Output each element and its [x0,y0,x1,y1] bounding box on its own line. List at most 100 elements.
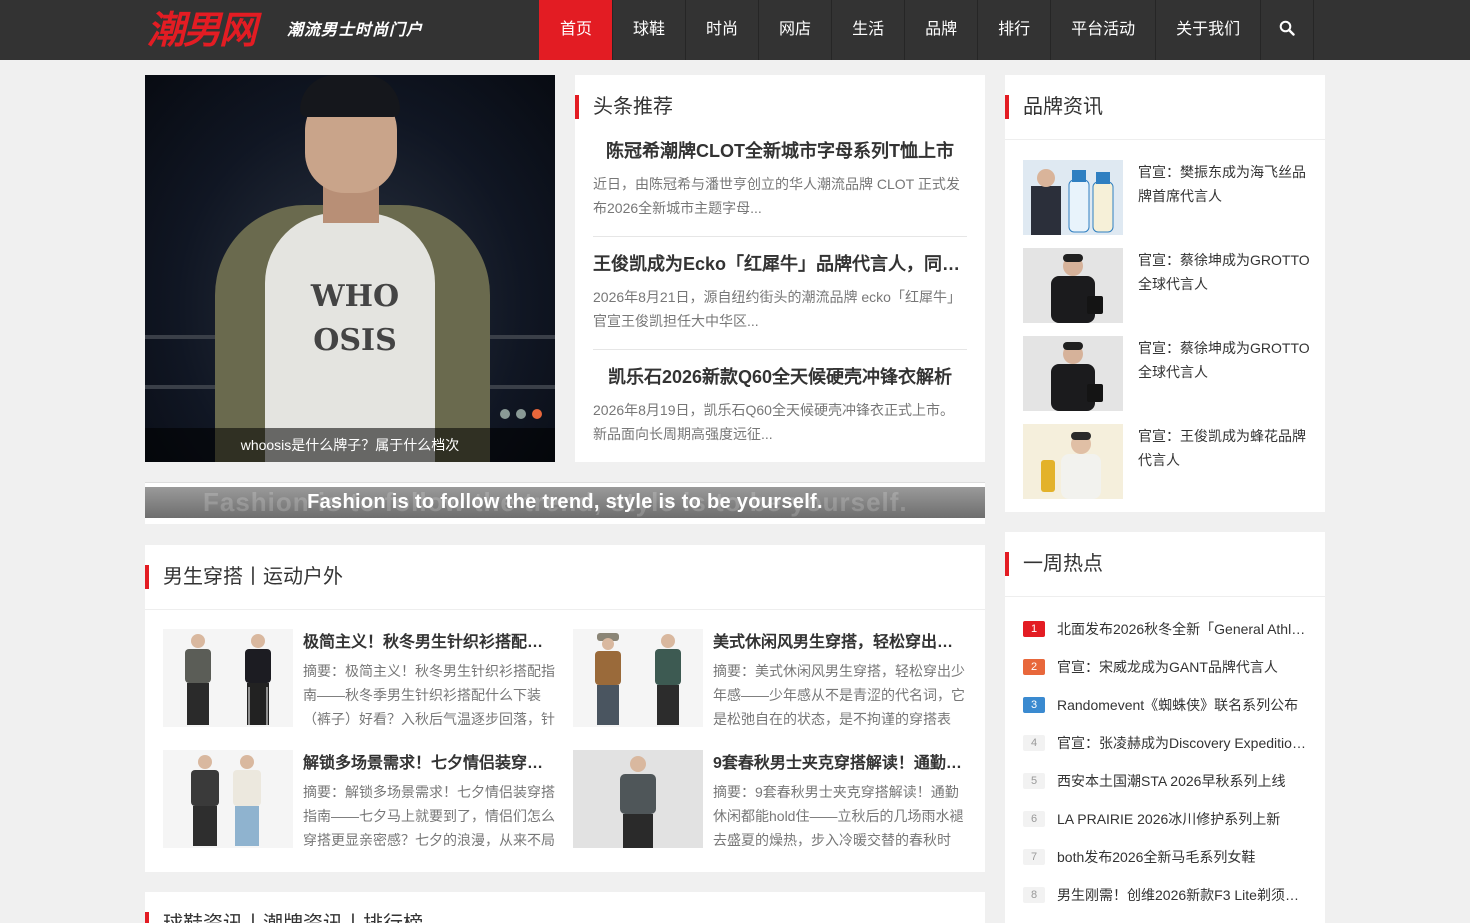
brand-news-item[interactable]: 官宣：王俊凯成为蜂花品牌代言人 [1023,424,1313,499]
headline-title[interactable]: 凯乐石2026新款Q60全天候硬壳冲锋衣解析 [593,364,967,390]
headline-panel-title: 头条推荐 [575,95,673,119]
slider-dot[interactable] [516,409,526,419]
headline-summary: 2026年8月21日，源自纽约街头的潮流品牌 ecko「红犀牛」官宣王俊凯担任大… [593,289,961,329]
article-card[interactable]: 极简主义！秋冬男生针织衫搭配指南 摘要：极简主义！秋冬男生针织衫搭配指南——秋冬… [163,629,555,727]
brand-news-thumbnail[interactable] [1023,336,1123,411]
hot-item-link[interactable]: both发布2026全新马毛系列女鞋 [1057,845,1307,869]
nav-item-events[interactable]: 平台活动 [1050,0,1155,60]
weekly-hot-title: 一周热点 [1005,552,1103,576]
article-summary: 摘要：解锁多场景需求！七夕情侣装穿搭指南——七夕马上就要到了，情侣们怎么穿搭更显… [303,784,555,848]
banner-strip: Fashion is to follow the trend, style is… [145,487,985,518]
article-summary: 摘要：9套春秋男士夹克穿搭解读！通勤休闲都能hold住——立秋后的几场雨水褪去盛… [713,784,964,848]
headline-panel: 头条推荐 陈冠希潮牌CLOT全新城市字母系列T恤上市 近日，由陈冠希与潘世亨创立… [575,75,985,462]
headline-item[interactable]: 王俊凯成为Ecko「红犀牛」品牌代言人，同步发布新品 2026年8月21日，源自… [593,251,967,333]
brand-news-image [1023,160,1123,235]
article-card[interactable]: 9套春秋男士夹克穿搭解读！通勤休闲都能hold住 摘要：9套春秋男士夹克穿搭解读… [573,750,965,848]
site-header: 潮男网 潮流男士时尚门户 首页 球鞋 时尚 网店 生活 品牌 排行 平台活动 关… [0,0,1470,60]
article-card[interactable]: 美式休闲风男生穿搭，轻松穿出少年感 摘要：美式休闲风男生穿搭，轻松穿出少年感——… [573,629,965,727]
article-image [573,750,703,848]
nav-item-life[interactable]: 生活 [831,0,904,60]
article-title[interactable]: 极简主义！秋冬男生针织衫搭配指南 [303,631,555,655]
hot-item[interactable]: 8 男生刚需！创维2026新款F3 Lite剃须刀上市 [1023,883,1313,907]
sneaker-news-panel: 球鞋资讯丨潮牌资讯丨排行榜 [145,892,985,923]
hot-rank-badge: 1 [1023,621,1045,637]
image-slider[interactable]: WHO OSIS whoosis是什么牌子？属于什么档次 [145,75,555,462]
brand-news-thumbnail[interactable] [1023,248,1123,323]
headline-item[interactable]: 陈冠希潮牌CLOT全新城市字母系列T恤上市 近日，由陈冠希与潘世亨创立的华人潮流… [593,138,967,220]
brand-news-item[interactable]: 官宣：蔡徐坤成为GROTTO全球代言人 [1023,336,1313,411]
article-title[interactable]: 解锁多场景需求！七夕情侣装穿搭指南 [303,752,555,776]
slogan-banner[interactable]: Fashion is to follow the trend, style is… [145,482,985,524]
headline-summary: 2026年8月19日，凯乐石Q60全天候硬壳冲锋衣正式上市。新品面向长周期高强度… [593,402,954,442]
slider-dot-active[interactable] [532,409,542,419]
hot-item-link[interactable]: 男生刚需！创维2026新款F3 Lite剃须刀上市 [1057,883,1307,907]
hot-item[interactable]: 2 官宣：宋威龙成为GANT品牌代言人 [1023,655,1313,679]
search-icon [1279,20,1295,36]
article-thumbnail[interactable] [573,750,703,848]
brand-news-text[interactable]: 官宣：樊振东成为海飞丝品牌首席代言人 [1138,160,1310,208]
hot-rank-badge: 4 [1023,735,1045,751]
weekly-hot-panel: 一周热点 1 北面发布2026秋冬全新「General Athletic」系列 … [1005,532,1325,923]
hot-rank-badge: 2 [1023,659,1045,675]
article-card[interactable]: 解锁多场景需求！七夕情侣装穿搭指南 摘要：解锁多场景需求！七夕情侣装穿搭指南——… [163,750,555,848]
shirt-print: WHO OSIS [310,279,400,358]
hot-item-link[interactable]: 北面发布2026秋冬全新「General Athletic」系列 [1057,617,1307,641]
hot-item-link[interactable]: Randomevent《蜘蛛侠》联名系列公布 [1057,693,1307,717]
hot-item[interactable]: 4 官宣：张凌赫成为Discovery Expedition代言人 [1023,731,1313,755]
headline-title[interactable]: 陈冠希潮牌CLOT全新城市字母系列T恤上市 [593,138,967,164]
hot-item[interactable]: 1 北面发布2026秋冬全新「General Athletic」系列 [1023,617,1313,641]
brand-news-item[interactable]: 官宣：蔡徐坤成为GROTTO全球代言人 [1023,248,1313,323]
headline-summary: 近日，由陈冠希与潘世亨创立的华人潮流品牌 CLOT 正式发布2026全新城市主题… [593,176,960,216]
brand-news-thumbnail[interactable] [1023,424,1123,499]
divider [1005,139,1325,140]
hot-rank-badge: 6 [1023,811,1045,827]
hot-item[interactable]: 3 Randomevent《蜘蛛侠》联名系列公布 [1023,693,1313,717]
slider-dot[interactable] [500,409,510,419]
hot-item-link[interactable]: 西安本土国潮STA 2026早秋系列上线 [1057,769,1307,793]
article-summary: 摘要：极简主义！秋冬男生针织衫搭配指南——秋冬季男生针织衫搭配什么下装（裤子）好… [303,663,555,727]
nav-item-sneakers[interactable]: 球鞋 [612,0,685,60]
brand-news-image [1023,248,1123,323]
brand-news-text[interactable]: 官宣：王俊凯成为蜂花品牌代言人 [1138,424,1310,472]
search-button[interactable] [1260,0,1315,60]
article-thumbnail[interactable] [163,750,293,848]
brand-news-item[interactable]: 官宣：樊振东成为海飞丝品牌首席代言人 [1023,160,1313,235]
brand-news-text[interactable]: 官宣：蔡徐坤成为GROTTO全球代言人 [1138,336,1310,384]
article-image [573,629,703,727]
nav-item-brands[interactable]: 品牌 [904,0,977,60]
hot-item-link[interactable]: 官宣：宋威龙成为GANT品牌代言人 [1057,655,1307,679]
main-nav: 首页 球鞋 时尚 网店 生活 品牌 排行 平台活动 关于我们 [539,0,1315,60]
article-thumbnail[interactable] [163,629,293,727]
article-title[interactable]: 9套春秋男士夹克穿搭解读！通勤休闲都能hold住 [713,752,965,776]
article-summary: 摘要：美式休闲风男生穿搭，轻松穿出少年感——少年感从不是青涩的代名词，它是松弛自… [713,663,965,727]
brand-news-thumbnail[interactable] [1023,160,1123,235]
hot-item[interactable]: 5 西安本土国潮STA 2026早秋系列上线 [1023,769,1313,793]
headline-item[interactable]: 凯乐石2026新款Q60全天候硬壳冲锋衣解析 2026年8月19日，凯乐石Q60… [593,364,967,446]
headline-title[interactable]: 王俊凯成为Ecko「红犀牛」品牌代言人，同步发布新品 [593,251,967,277]
brand-news-text[interactable]: 官宣：蔡徐坤成为GROTTO全球代言人 [1138,248,1310,296]
logo-slogan: 潮流男士时尚门户 [287,22,424,39]
hot-item-link[interactable]: LA PRAIRIE 2026冰川修护系列上新 [1057,807,1307,831]
slide-caption[interactable]: whoosis是什么牌子？属于什么档次 [145,428,555,462]
sneaker-news-title[interactable]: 球鞋资讯丨潮牌资讯丨排行榜 [145,912,423,923]
nav-item-shops[interactable]: 网店 [758,0,831,60]
hot-item[interactable]: 6 LA PRAIRIE 2026冰川修护系列上新 [1023,807,1313,831]
nav-item-ranking[interactable]: 排行 [977,0,1050,60]
hot-item-link[interactable]: 官宣：张凌赫成为Discovery Expedition代言人 [1057,731,1307,755]
hot-rank-badge: 7 [1023,849,1045,865]
brand-news-image [1023,424,1123,499]
article-title[interactable]: 美式休闲风男生穿搭，轻松穿出少年感 [713,631,965,655]
outfits-title[interactable]: 男生穿搭丨运动户外 [145,565,343,589]
nav-item-home[interactable]: 首页 [539,0,613,60]
site-logo[interactable]: 潮男网 潮流男士时尚门户 [147,2,437,58]
nav-item-fashion[interactable]: 时尚 [685,0,758,60]
outfits-panel: 男生穿搭丨运动户外 极简主义！秋冬男生针织衫搭配指南 摘要：极简主义！秋冬男生针… [145,545,985,872]
brand-news-title: 品牌资讯 [1005,95,1103,119]
slide-person-cap [300,75,400,117]
divider [593,349,967,350]
article-image [163,629,293,727]
hot-item[interactable]: 7 both发布2026全新马毛系列女鞋 [1023,845,1313,869]
nav-item-about[interactable]: 关于我们 [1155,0,1260,60]
article-thumbnail[interactable] [573,629,703,727]
hot-rank-badge: 3 [1023,697,1045,713]
